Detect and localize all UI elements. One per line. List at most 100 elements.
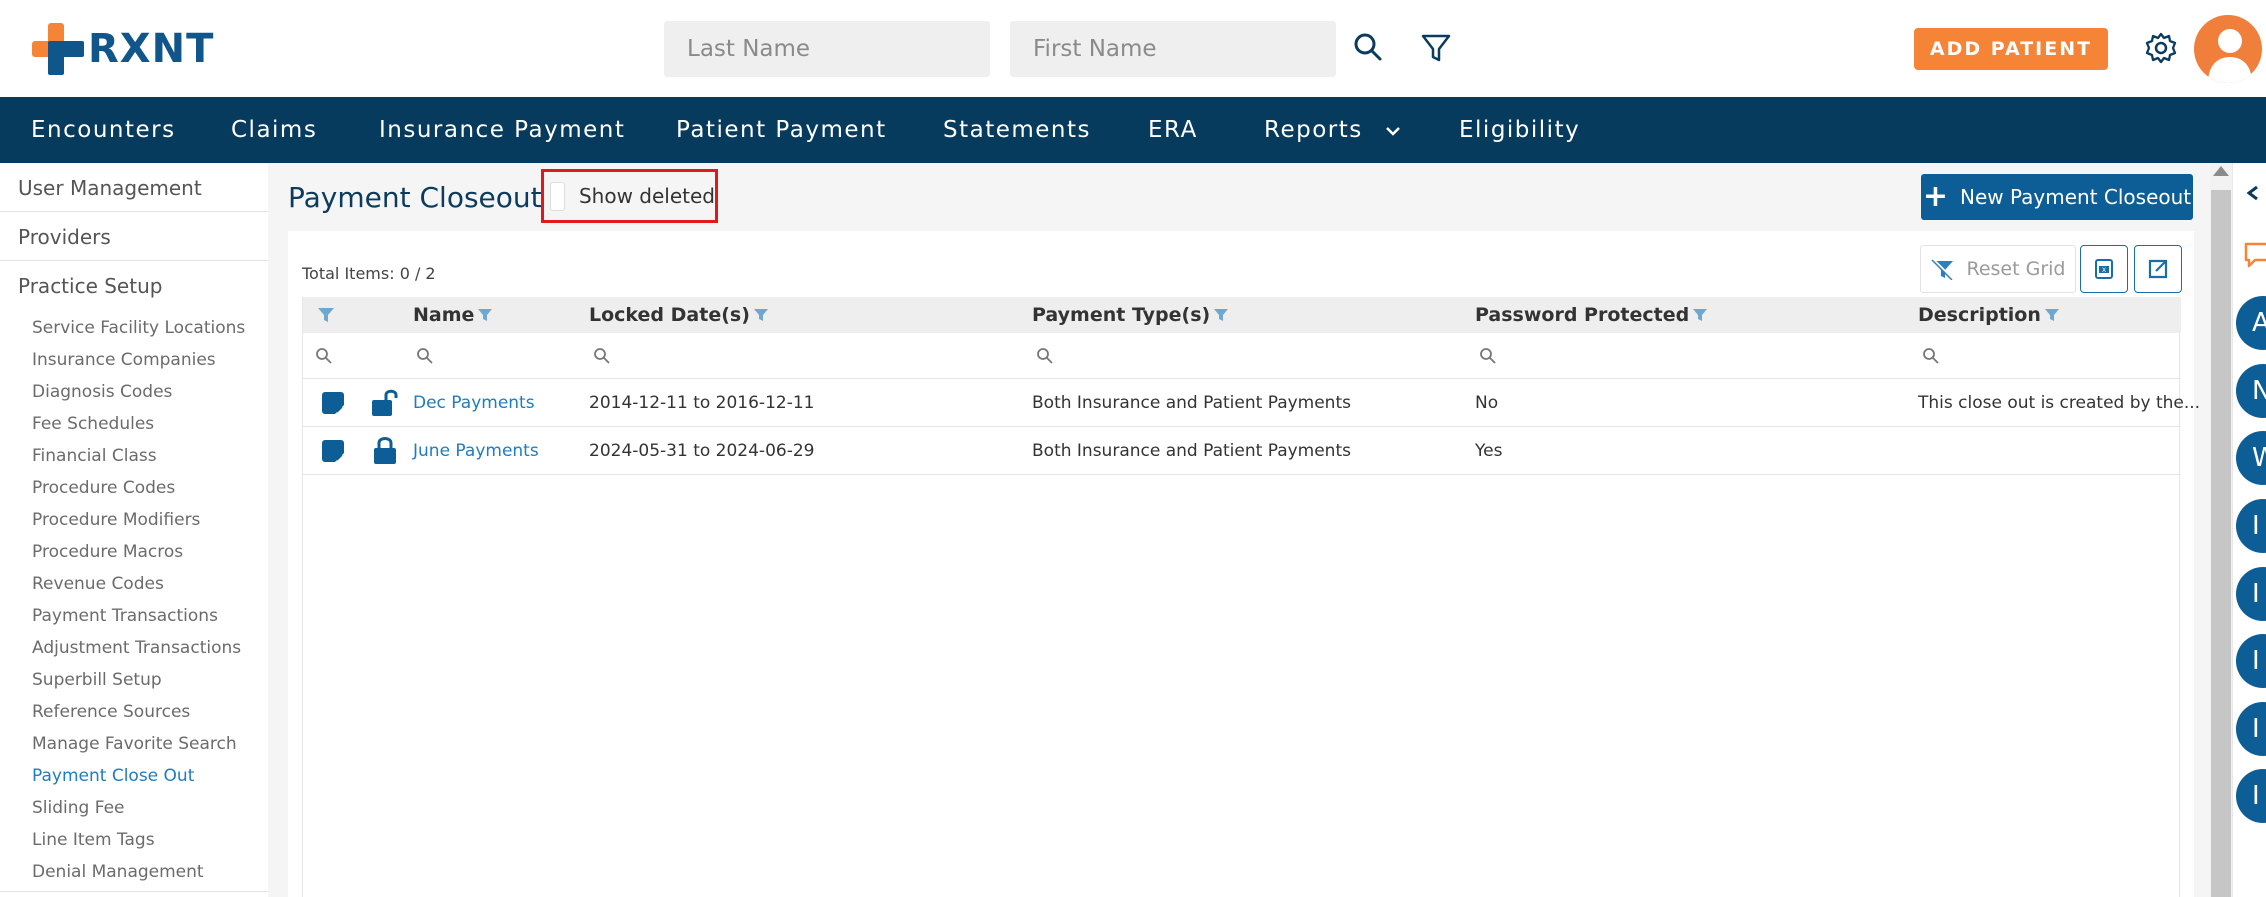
payment-closeout-grid: Name Locked Date(s) Payment Type(s) Pass… [302, 297, 2200, 897]
locked-icon[interactable] [371, 435, 399, 465]
add-patient-button[interactable]: ADD PATIENT [1914, 28, 2108, 70]
sidebar-item-diagnosis-codes[interactable]: Diagnosis Codes [32, 382, 172, 402]
svg-text:X: X [2102, 267, 2106, 274]
show-deleted-toggle[interactable]: Show deleted [541, 169, 718, 223]
column-filter-icon[interactable] [1692, 308, 1708, 322]
search-icon[interactable] [1479, 347, 1497, 365]
row-password-protected: Yes [1475, 441, 1503, 461]
column-header-payment-types[interactable]: Payment Type(s) [1032, 297, 1229, 333]
search-icon[interactable] [416, 347, 434, 365]
row-name-link[interactable]: June Payments [413, 427, 539, 475]
row-name-link[interactable]: Dec Payments [413, 379, 535, 427]
sidebar-item-procedure-codes[interactable]: Procedure Codes [32, 478, 175, 498]
unlocked-icon[interactable] [371, 387, 399, 417]
sidebar-item-procedure-macros[interactable]: Procedure Macros [32, 542, 183, 562]
table-row[interactable]: Dec Payments 2014-12-11 to 2016-12-11 Bo… [303, 379, 2200, 427]
sidebar-section-user-management[interactable]: User Management [18, 176, 202, 200]
search-icon[interactable] [1922, 347, 1940, 365]
grid-filter-row [303, 333, 2181, 379]
sidebar-item-procedure-modifiers[interactable]: Procedure Modifiers [32, 510, 200, 530]
new-payment-closeout-button[interactable]: + New Payment Closeout [1921, 174, 2193, 220]
clear-filter-icon [1930, 258, 1954, 280]
grid-header: Name Locked Date(s) Payment Type(s) Pass… [303, 297, 2181, 333]
scroll-up-arrow-icon[interactable] [2213, 166, 2229, 176]
edit-icon[interactable] [321, 439, 345, 463]
last-name-input[interactable] [664, 21, 990, 77]
column-header-description[interactable]: Description [1918, 297, 2060, 333]
reset-grid-button[interactable]: Reset Grid [1920, 245, 2076, 293]
grid-card: Total Items: 0 / 2 Reset Grid X Name Loc… [288, 231, 2200, 897]
row-description: This close out is created by the... [1918, 393, 2201, 413]
search-icon[interactable] [593, 347, 611, 365]
nav-eligibility[interactable]: Eligibility [1459, 97, 1580, 163]
sidebar-item-line-item-tags[interactable]: Line Item Tags [32, 830, 155, 850]
show-deleted-label: Show deleted [578, 184, 715, 208]
sidebar: User Management Providers Practice Setup… [0, 163, 268, 897]
sidebar-item-reference-sources[interactable]: Reference Sources [32, 702, 190, 722]
chat-icon[interactable] [2243, 241, 2266, 269]
sidebar-divider [0, 211, 268, 212]
rxnt-logo[interactable]: RXNT [32, 23, 214, 75]
show-deleted-checkbox[interactable] [550, 181, 565, 211]
page-title: Payment Closeout [288, 181, 542, 214]
row-locked-dates: 2024-05-31 to 2024-06-29 [589, 441, 815, 461]
sidebar-item-payment-close-out[interactable]: Payment Close Out [32, 766, 194, 786]
sidebar-section-providers[interactable]: Providers [18, 225, 111, 249]
export-button[interactable] [2134, 245, 2182, 293]
user-avatar[interactable] [2194, 15, 2262, 83]
nav-patient-payment[interactable]: Patient Payment [676, 97, 887, 163]
sidebar-divider [0, 260, 268, 261]
sidebar-item-sliding-fee[interactable]: Sliding Fee [32, 798, 125, 818]
nav-claims[interactable]: Claims [231, 97, 317, 163]
table-row[interactable]: June Payments 2024-05-31 to 2024-06-29 B… [303, 427, 2181, 475]
user-avatar-icon [2208, 29, 2252, 83]
export-icon [2148, 259, 2168, 279]
collapse-arrow-icon[interactable] [2247, 185, 2266, 201]
filter-funnel-icon[interactable] [317, 307, 335, 323]
column-filter-icon[interactable] [2044, 308, 2060, 322]
filter-icon[interactable] [1418, 30, 1454, 66]
sidebar-item-adjustment-transactions[interactable]: Adjustment Transactions [32, 638, 241, 658]
scrollbar-thumb[interactable] [2211, 190, 2231, 897]
main-nav: Encounters Claims Insurance Payment Pati… [0, 97, 2266, 163]
column-filter-icon[interactable] [477, 308, 493, 322]
row-locked-dates: 2014-12-11 to 2016-12-11 [589, 393, 815, 413]
nav-statements[interactable]: Statements [943, 97, 1091, 163]
nav-reports[interactable]: Reports [1264, 97, 1402, 163]
row-payment-types: Both Insurance and Patient Payments [1032, 393, 1351, 413]
total-items: Total Items: 0 / 2 [302, 264, 436, 283]
column-header-password-protected[interactable]: Password Protected [1475, 297, 1708, 333]
new-payment-closeout-label: New Payment Closeout [1960, 185, 2192, 209]
column-header-locked-dates[interactable]: Locked Date(s) [589, 297, 769, 333]
sidebar-item-insurance-companies[interactable]: Insurance Companies [32, 350, 216, 370]
sidebar-item-payment-transactions[interactable]: Payment Transactions [32, 606, 218, 626]
column-filter-icon[interactable] [1213, 308, 1229, 322]
edit-icon[interactable] [321, 391, 345, 415]
excel-export-button[interactable]: X [2080, 245, 2128, 293]
gear-icon[interactable] [2143, 30, 2179, 66]
plus-icon: + [1922, 179, 1948, 214]
row-payment-types: Both Insurance and Patient Payments [1032, 441, 1351, 461]
search-icon[interactable] [1036, 347, 1054, 365]
sidebar-item-service-facility-locations[interactable]: Service Facility Locations [32, 318, 245, 338]
sidebar-item-denial-management[interactable]: Denial Management [32, 862, 204, 882]
column-filter-icon[interactable] [753, 308, 769, 322]
column-header-locked-dates-label: Locked Date(s) [589, 304, 750, 326]
nav-era[interactable]: ERA [1148, 97, 1198, 163]
sidebar-item-revenue-codes[interactable]: Revenue Codes [32, 574, 164, 594]
nav-encounters[interactable]: Encounters [31, 97, 176, 163]
first-name-input[interactable] [1010, 21, 1336, 77]
sidebar-divider [0, 891, 268, 892]
column-header-password-protected-label: Password Protected [1475, 304, 1690, 326]
column-header-name[interactable]: Name [413, 297, 493, 333]
nav-insurance-payment[interactable]: Insurance Payment [379, 97, 625, 163]
sidebar-item-fee-schedules[interactable]: Fee Schedules [32, 414, 154, 434]
search-icon[interactable] [1350, 30, 1386, 66]
sidebar-item-financial-class[interactable]: Financial Class [32, 446, 157, 466]
sidebar-item-superbill-setup[interactable]: Superbill Setup [32, 670, 162, 690]
search-icon[interactable] [315, 347, 333, 365]
column-header-payment-types-label: Payment Type(s) [1032, 304, 1211, 326]
sidebar-item-manage-favorite-search[interactable]: Manage Favorite Search [32, 734, 237, 754]
top-bar: RXNT ADD PATIENT [0, 0, 2266, 97]
sidebar-section-practice-setup[interactable]: Practice Setup [18, 274, 162, 298]
